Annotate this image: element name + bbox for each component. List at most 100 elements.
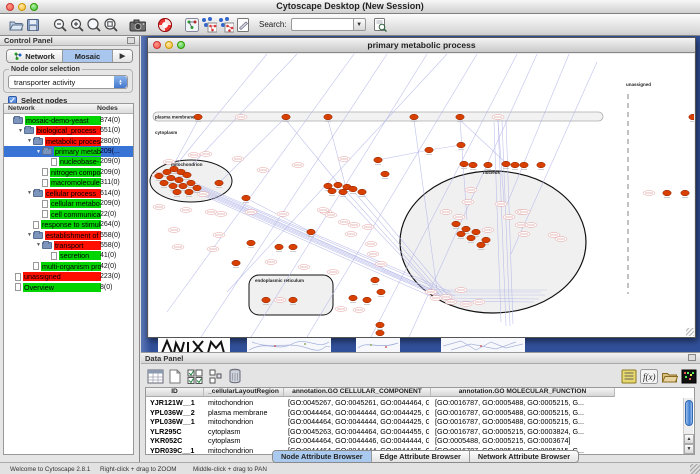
node-color-dropdown[interactable]: transporter activity ▲▼: [8, 75, 128, 89]
tree-expand-arrow[interactable]: ▼: [35, 149, 42, 155]
annotation-page-icon[interactable]: [234, 16, 251, 33]
graph-node[interactable]: [334, 182, 342, 188]
table-cell[interactable]: mitochondrion: [208, 417, 282, 426]
tree-row-metabolic-process[interactable]: ▼metabolic process280(0): [4, 136, 133, 146]
float-panel-icon[interactable]: [127, 37, 135, 44]
tree-row-transport[interactable]: ▼transport558(0): [4, 240, 133, 250]
graph-node[interactable]: [247, 240, 255, 246]
table-scrollbar[interactable]: ▲ ▼: [683, 398, 693, 454]
table-cell[interactable]: YDR039C__1: [150, 446, 202, 455]
network-canvas[interactable]: plasma membranecytoplasmmitochondrionnuc…: [149, 54, 694, 337]
graph-node[interactable]: [482, 237, 490, 243]
graph-node[interactable]: [460, 161, 468, 167]
tree-row-overview[interactable]: Overview8(0): [4, 282, 133, 292]
tab-network[interactable]: Network: [7, 50, 63, 62]
graph-node[interactable]: [175, 177, 183, 183]
graph-node[interactable]: [689, 114, 694, 120]
tree-row-nitrogen-compo[interactable]: nitrogen compo209(0): [4, 167, 133, 177]
attribute-batch-icon[interactable]: [206, 367, 224, 385]
tree-row-nucleobase-[interactable]: nucleobase-209(0): [4, 157, 133, 167]
zoom-in-icon[interactable]: [68, 16, 85, 33]
window-resize-grip[interactable]: [690, 464, 700, 474]
help-ring-icon[interactable]: [156, 16, 173, 33]
table-cell[interactable]: [GO:0045263, GO:0044464, GO:0044455, G..…: [288, 427, 429, 436]
graph-node[interactable]: [376, 330, 384, 336]
graph-node[interactable]: [511, 162, 519, 168]
graph-node[interactable]: [328, 188, 336, 194]
graph-node[interactable]: [289, 244, 297, 250]
table-cell[interactable]: [GO:0044464, GO:0044446, GO:0044444, G..…: [288, 436, 429, 445]
tree-expand-arrow[interactable]: ▼: [26, 232, 33, 238]
select-attributes-icon[interactable]: [186, 367, 204, 385]
graph-node[interactable]: [167, 175, 175, 181]
save-icon[interactable]: [24, 16, 41, 33]
table-cell[interactable]: YLR295C: [150, 427, 202, 436]
tree-row-establishment-of-lo[interactable]: ▼establishment of lo558(0): [4, 230, 133, 240]
graph-node[interactable]: [469, 162, 477, 168]
graph-node[interactable]: [520, 162, 528, 168]
zoom-out-icon[interactable]: [51, 16, 68, 33]
tree-expand-arrow[interactable]: ▼: [26, 138, 33, 144]
table-cell[interactable]: [GO:0045267, GO:0045261, GO:0044464, G..…: [288, 398, 429, 407]
scroll-up-button[interactable]: ▲: [684, 434, 694, 444]
graph-node[interactable]: [363, 297, 371, 303]
background-window-fragment[interactable]: [247, 338, 331, 353]
open-folder-icon[interactable]: [7, 16, 24, 33]
table-cell[interactable]: [GO:0016787, GO:0005215, GO:0003824, G..…: [435, 427, 613, 436]
network-window-titlebar[interactable]: primary metabolic process: [148, 38, 695, 53]
matrix-view-icon[interactable]: [680, 367, 698, 385]
graph-node[interactable]: [183, 172, 191, 178]
background-window-fragment[interactable]: [158, 338, 230, 353]
column-header[interactable]: ID: [146, 388, 204, 397]
table-cell[interactable]: plasma membrane: [208, 408, 282, 417]
table-scrollbar-thumb[interactable]: [685, 400, 693, 426]
table-cell[interactable]: [GO:0005488, GO:0005215, GO:0003674]: [435, 436, 613, 445]
tree-row-macromolecule[interactable]: macromolecule311(0): [4, 178, 133, 188]
graph-node[interactable]: [160, 180, 168, 186]
tree-row-cell-communicat[interactable]: cell communicat22(0): [4, 209, 133, 219]
graph-node[interactable]: [457, 231, 465, 237]
tab-mosaic[interactable]: Mosaic: [63, 50, 113, 62]
graph-node[interactable]: [371, 277, 379, 283]
scroll-down-button[interactable]: ▼: [684, 444, 694, 454]
graph-node[interactable]: [324, 114, 332, 120]
graph-node[interactable]: [232, 260, 240, 266]
graph-node[interactable]: [377, 289, 385, 295]
search-index-icon[interactable]: [372, 16, 389, 33]
table-cell[interactable]: mitochondrion: [208, 446, 282, 455]
tree-row-primary-metabo[interactable]: ▼primary metabo209(...: [4, 146, 133, 156]
graph-node[interactable]: [242, 195, 250, 201]
tab-network-attribute-browser[interactable]: Network Attribute Browser: [470, 451, 578, 462]
column-header[interactable]: _cellularLayoutRegion: [204, 388, 284, 397]
data-panel-float-icon[interactable]: [688, 354, 696, 361]
new-attribute-icon[interactable]: [166, 367, 184, 385]
tree-row-cellular-metabo[interactable]: cellular metabo209(0): [4, 199, 133, 209]
table-cell[interactable]: cytoplasm: [208, 436, 282, 445]
table-cell[interactable]: [GO:0016787, GO:0005488, GO:0005215, G..…: [435, 417, 613, 426]
graph-node[interactable]: [472, 229, 480, 235]
table-cell[interactable]: cytoplasm: [208, 427, 282, 436]
zoom-selected-icon[interactable]: [85, 16, 102, 33]
tree-row-secretion[interactable]: secretion41(0): [4, 251, 133, 261]
graph-node[interactable]: [289, 297, 297, 303]
graph-node[interactable]: [187, 180, 195, 186]
table-cell[interactable]: YKR052C: [150, 436, 202, 445]
graph-node[interactable]: [282, 114, 290, 120]
snapshot-icon[interactable]: [129, 16, 146, 33]
graph-node[interactable]: [410, 114, 418, 120]
network-window-resize-grip[interactable]: [686, 328, 694, 336]
table-cell[interactable]: [GO:0016787, GO:0005488, GO:0005215, G..…: [435, 398, 613, 407]
background-window-fragment[interactable]: [441, 338, 525, 353]
graph-node[interactable]: [262, 297, 270, 303]
column-header[interactable]: annotation.GO MOLECULAR_FUNCTION: [431, 388, 615, 397]
tree-row-cellular-process[interactable]: ▼cellular process614(0): [4, 188, 133, 198]
function-builder-icon[interactable]: f(x): [640, 367, 658, 385]
graph-node[interactable]: [374, 157, 382, 163]
table-cell[interactable]: [GO:0044464, GO:0044444, GO:0044425, G..…: [288, 417, 429, 426]
delete-attribute-icon[interactable]: [226, 367, 244, 385]
search-dropdown-button[interactable]: ▼: [353, 18, 366, 31]
graph-node[interactable]: [452, 221, 460, 227]
tab-edge-attribute-browser[interactable]: Edge Attribute Browser: [372, 451, 470, 462]
table-cell[interactable]: [GO:0016787, GO:0005488, GO:0005215, G..…: [435, 408, 613, 417]
graph-node[interactable]: [477, 242, 485, 248]
